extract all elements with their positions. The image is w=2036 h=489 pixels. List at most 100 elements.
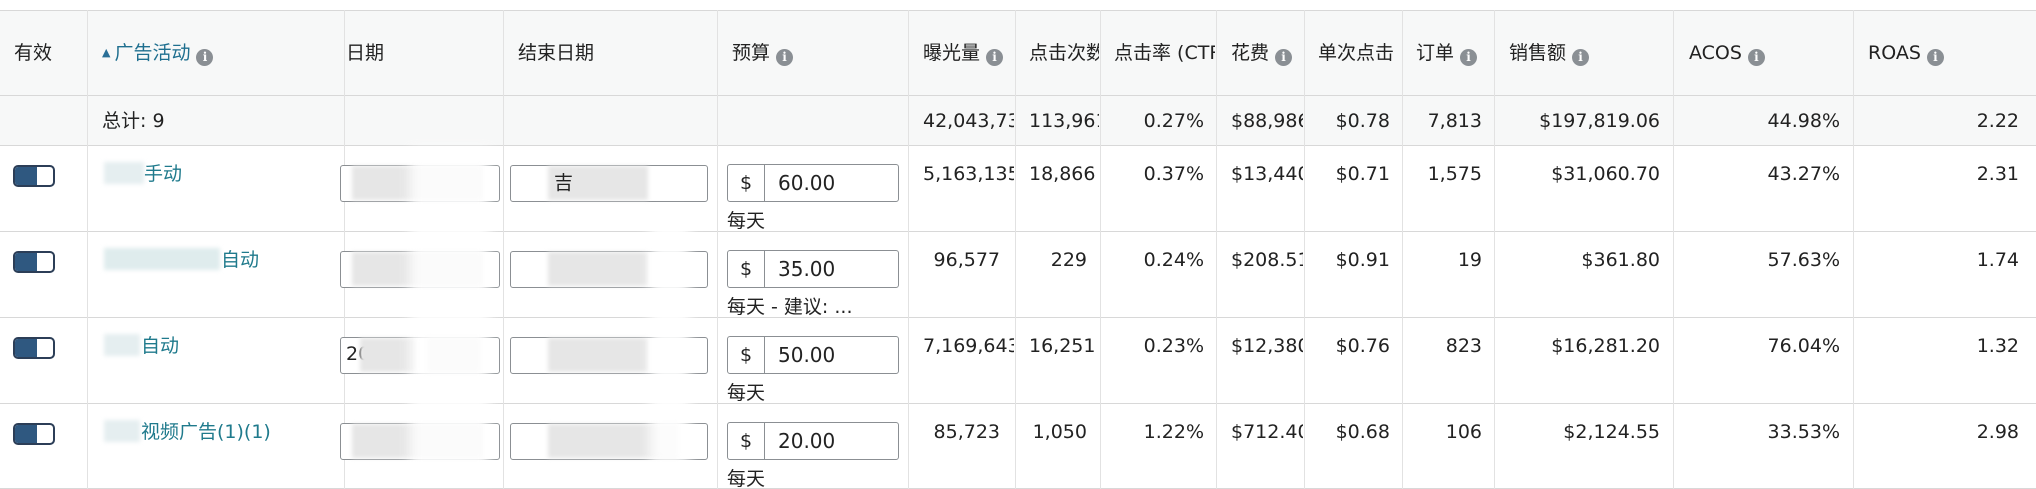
divider (0, 10, 2036, 11)
header-start-date-label: 日期 (346, 42, 385, 64)
info-icon[interactable]: i (1747, 49, 1765, 66)
campaign-link[interactable]: 自动 (141, 334, 179, 358)
sales-cell: $31,060.70 (1551, 163, 1660, 185)
cpc-cell: $0.76 (1335, 335, 1390, 357)
header-clicks[interactable]: 点击次数 (1029, 41, 1099, 65)
active-toggle[interactable] (13, 251, 55, 273)
header-roas-label: ROAS (1868, 42, 1921, 64)
active-toggle[interactable] (13, 423, 55, 445)
campaign-link[interactable]: 自动 (221, 248, 259, 272)
budget-value: 60.00 (778, 171, 836, 195)
header-acos-label: ACOS (1689, 42, 1742, 64)
header-active-label: 有效 (14, 42, 53, 64)
divider (0, 317, 2036, 318)
totals-orders: 7,813 (1427, 110, 1482, 132)
sales-cell: $361.80 (1581, 249, 1660, 271)
roas-cell: 1.32 (1976, 335, 2019, 357)
impressions-cell: 85,723 (933, 421, 1000, 443)
info-icon[interactable]: i (1275, 49, 1293, 66)
roas-cell: 1.74 (1976, 249, 2019, 271)
header-acos[interactable]: ACOS i (1689, 41, 1765, 66)
budget-unit: 每天 (727, 468, 766, 489)
divider (0, 95, 2036, 96)
header-clicks-label: 点击次数 (1029, 42, 1099, 64)
column-divider (87, 10, 88, 489)
budget-input[interactable]: $20.00 (727, 422, 899, 460)
budget-input[interactable]: $35.00 (727, 250, 899, 288)
header-spend[interactable]: 花费 i (1231, 41, 1303, 66)
ctr-cell: 0.37% (1143, 163, 1204, 185)
orders-cell: 823 (1445, 335, 1482, 357)
acos-cell: 76.04% (1767, 335, 1840, 357)
active-toggle[interactable] (13, 337, 55, 359)
column-divider (1853, 10, 1854, 489)
header-sales[interactable]: 销售额 i (1509, 41, 1590, 66)
info-icon[interactable]: i (1926, 49, 1944, 66)
redacted-text (104, 334, 140, 356)
header-cpc[interactable]: 单次点击 (1318, 41, 1401, 65)
column-divider (344, 10, 345, 489)
header-campaign[interactable]: ▲ 广告活动 i (102, 41, 342, 66)
impressions-cell: 7,169,643 (923, 335, 1014, 357)
orders-cell: 106 (1445, 421, 1482, 443)
header-impressions[interactable]: 曝光量 i (923, 41, 1014, 66)
cpc-cell: $0.68 (1335, 421, 1390, 443)
totals-impressions: 42,043,73 (923, 110, 1014, 132)
acos-cell: 43.27% (1767, 163, 1840, 185)
spend-cell: $712.40 (1231, 421, 1303, 443)
campaign-table: 有效 ▲广告活动 i 日期 结束日期 预算 i 曝光量 i 点击次数 点击率 (CTR… (0, 0, 2036, 489)
budget-value: 50.00 (778, 343, 836, 367)
header-end-date-label: 结束日期 (518, 42, 595, 64)
divider (0, 231, 2036, 232)
totals-clicks: 113,961 (1029, 110, 1099, 132)
header-budget[interactable]: 预算 i (732, 41, 794, 66)
info-icon[interactable]: i (776, 49, 794, 66)
clicks-cell: 18,866 (1029, 163, 1096, 185)
redacted-text (104, 162, 144, 184)
info-icon[interactable]: i (1572, 49, 1590, 66)
info-icon[interactable]: i (1460, 49, 1478, 66)
header-impressions-label: 曝光量 (923, 42, 981, 64)
roas-cell: 2.31 (1976, 163, 2019, 185)
header-start-date[interactable]: 日期 (346, 41, 384, 65)
sales-cell: $16,281.20 (1551, 335, 1660, 357)
divider (0, 403, 2036, 404)
orders-cell: 19 (1457, 249, 1482, 271)
totals-spend: $88,986 (1231, 110, 1303, 132)
currency-symbol: $ (728, 337, 765, 373)
active-toggle[interactable] (13, 165, 55, 187)
info-icon[interactable]: i (196, 49, 214, 66)
header-sales-label: 销售额 (1509, 42, 1567, 64)
totals-acos: 44.98% (1767, 110, 1840, 132)
redacted-text (104, 248, 220, 270)
column-divider (1494, 10, 1495, 489)
clicks-cell: 229 (1050, 249, 1087, 271)
column-divider (1402, 10, 1403, 489)
campaign-link[interactable]: 视频广告(1)(1) (141, 420, 271, 444)
header-orders[interactable]: 订单 i (1416, 41, 1493, 66)
budget-value: 35.00 (778, 257, 836, 281)
budget-input[interactable]: $50.00 (727, 336, 899, 374)
info-icon[interactable]: i (986, 49, 1004, 66)
column-divider (1673, 10, 1674, 489)
budget-value: 20.00 (778, 429, 836, 453)
cpc-cell: $0.71 (1335, 163, 1390, 185)
redacted-text (104, 420, 140, 442)
campaign-link[interactable]: 手动 (144, 162, 182, 186)
column-divider (1304, 10, 1305, 489)
column-divider (908, 10, 909, 489)
header-end-date[interactable]: 结束日期 (518, 41, 594, 65)
spend-cell: $208.51 (1231, 249, 1303, 271)
column-divider (503, 10, 504, 489)
clicks-cell: 1,050 (1032, 421, 1087, 443)
column-divider (717, 10, 718, 489)
orders-cell: 1,575 (1427, 163, 1482, 185)
header-spend-label: 花费 (1231, 42, 1270, 64)
header-ctr[interactable]: 点击率 (CTR) (1114, 41, 1215, 65)
column-divider (1100, 10, 1101, 489)
acos-cell: 33.53% (1767, 421, 1840, 443)
budget-input[interactable]: $60.00 (727, 164, 899, 202)
cpc-cell: $0.91 (1335, 249, 1390, 271)
totals-cpc: $0.78 (1335, 110, 1390, 132)
header-roas[interactable]: ROAS i (1868, 41, 1944, 66)
